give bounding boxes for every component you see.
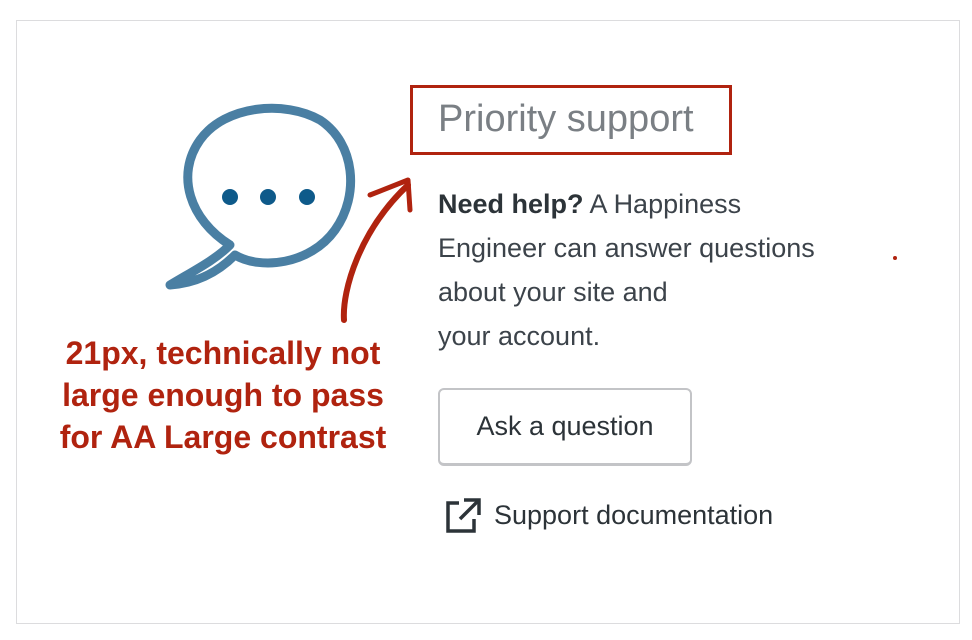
- annotation-line-3: for AA Large contrast: [59, 419, 387, 455]
- bubble-dot: [260, 189, 276, 205]
- card-title: Priority support: [438, 98, 694, 140]
- bubble-dot: [222, 189, 238, 205]
- description-line-4: your account.: [438, 321, 601, 351]
- description-bold: Need help?: [438, 189, 584, 219]
- description-line-2: Engineer can answer questions: [438, 233, 815, 263]
- card-description: Need help? A Happiness Engineer can answ…: [438, 182, 878, 358]
- annotation-dot: [893, 256, 897, 260]
- annotation-line-1: 21px, technically not: [65, 335, 381, 371]
- ask-question-button[interactable]: Ask a question: [438, 388, 692, 466]
- description-line-1-rest: A Happiness: [583, 189, 742, 219]
- annotation-text: 21px, technically not large enough to pa…: [28, 332, 418, 458]
- annotation-arrow: [340, 177, 413, 323]
- description-line-1: Need help? A Happiness: [438, 182, 878, 226]
- bubble-dot: [299, 189, 315, 205]
- support-documentation-link[interactable]: Support documentation: [442, 495, 773, 535]
- annotation-line-2: large enough to pass: [62, 377, 384, 413]
- external-link-icon: [446, 498, 481, 533]
- description-line-3: about your site and: [438, 277, 668, 307]
- support-documentation-label: Support documentation: [494, 499, 774, 530]
